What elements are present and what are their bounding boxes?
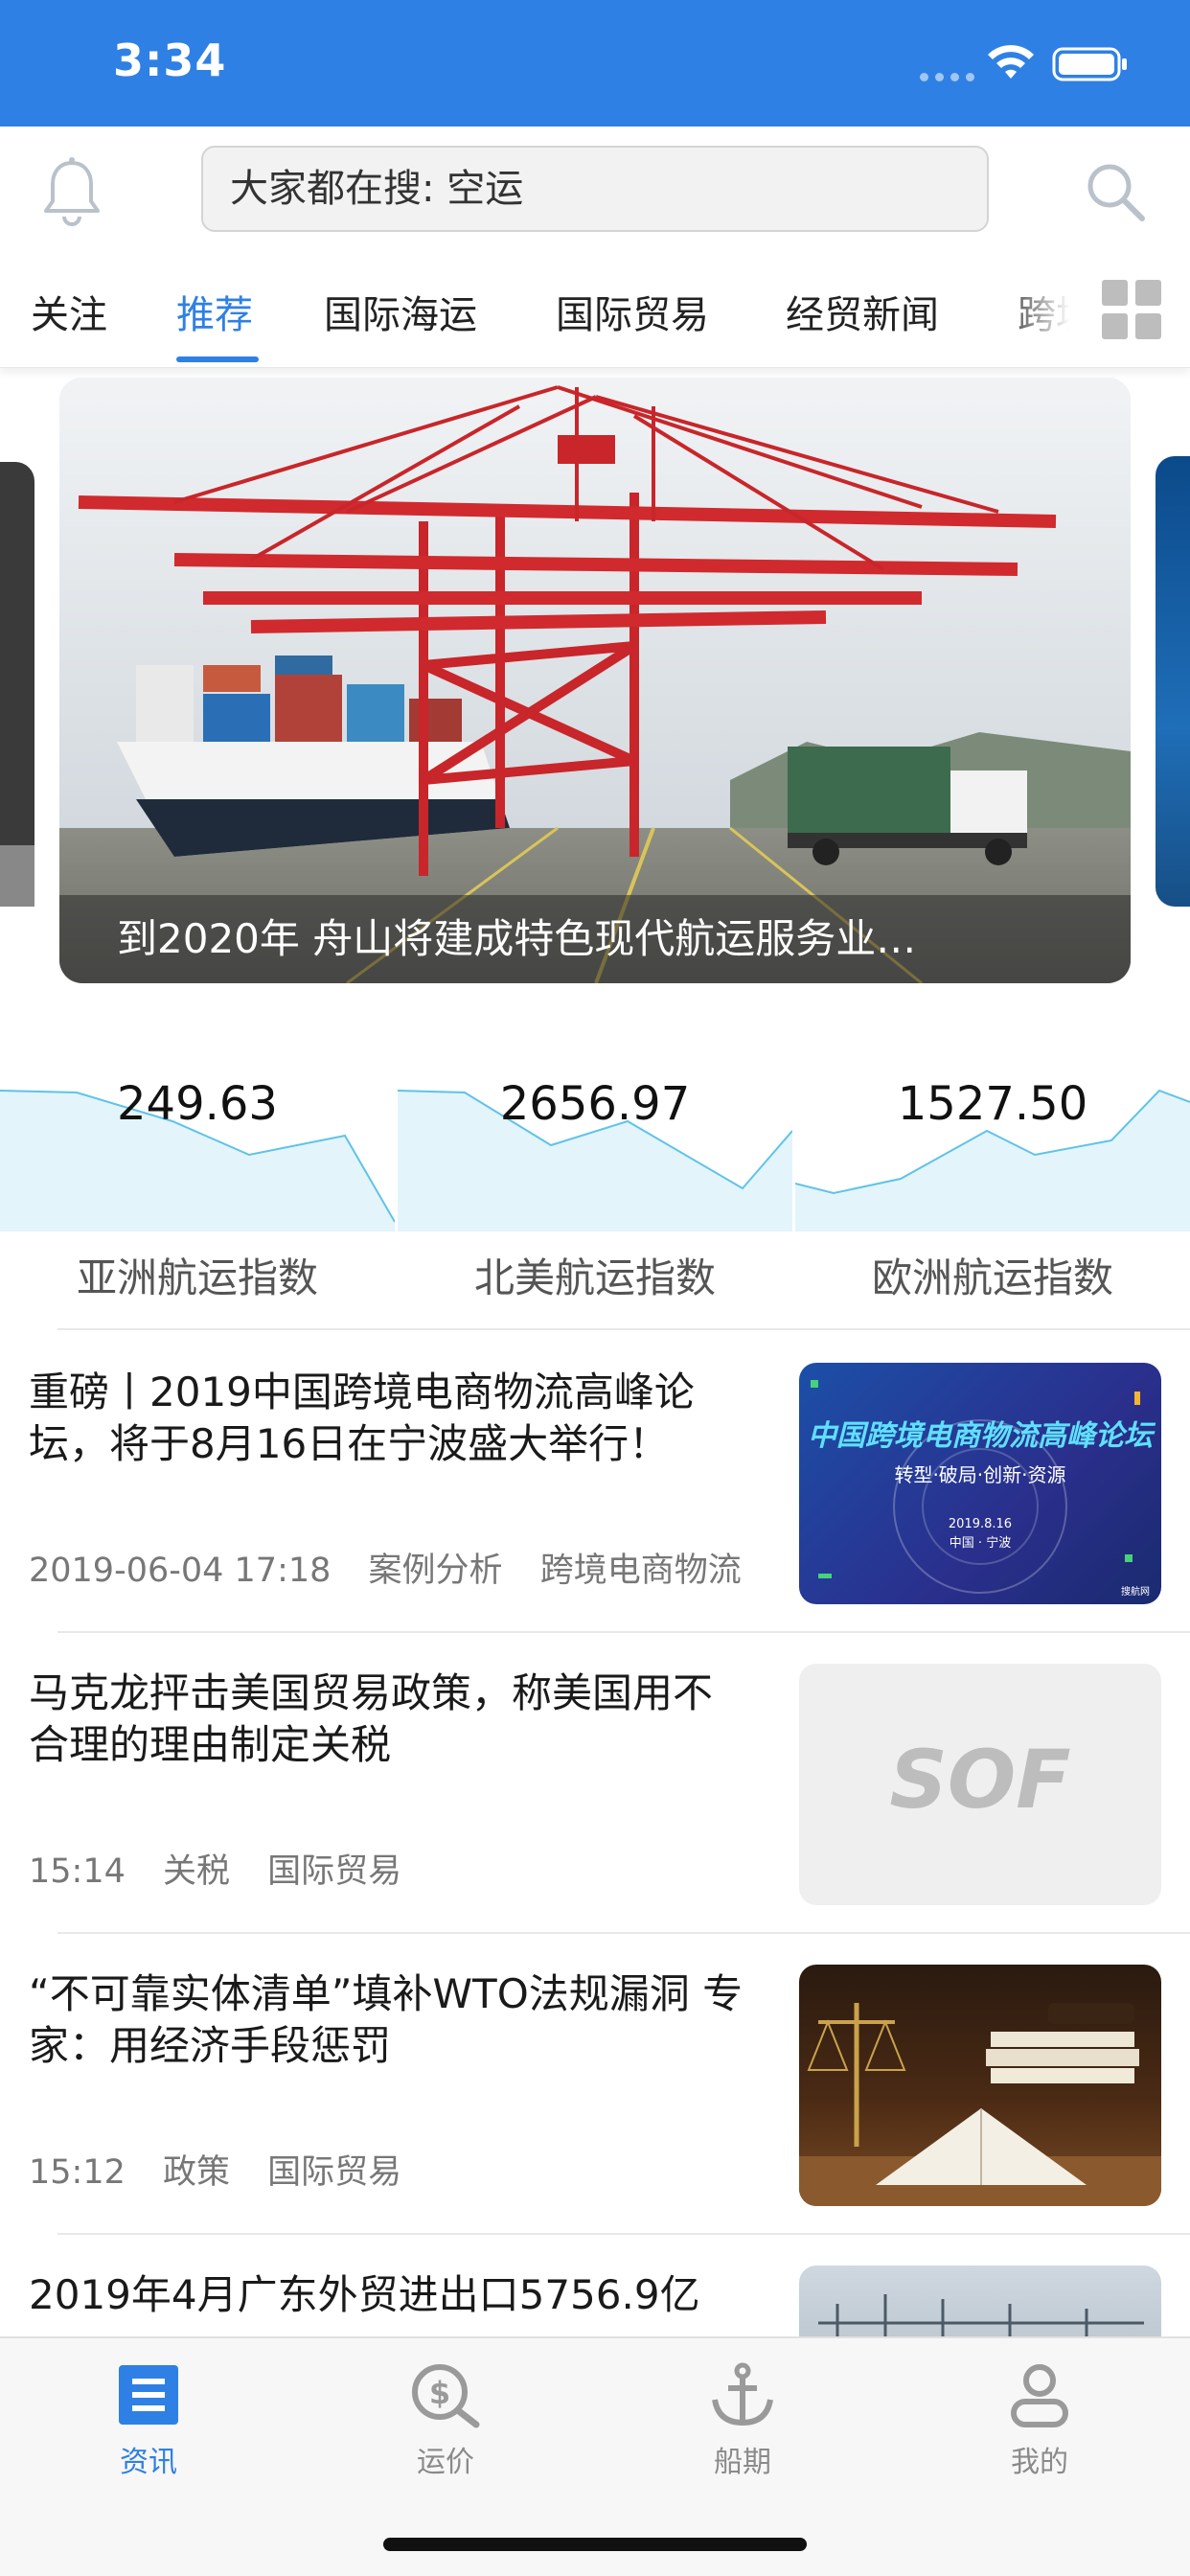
news-meta: 15:12 政策 国际贸易 [29, 2145, 428, 2194]
tab-trade-news[interactable]: 经贸新闻 [786, 284, 939, 339]
grid-icon[interactable] [1102, 280, 1161, 339]
nav-news[interactable]: 资讯 [53, 2361, 244, 2480]
news-thumbnail [799, 1965, 1161, 2206]
news-tag: 跨境电商物流 [539, 1552, 742, 1590]
nav-label: 资讯 [120, 2446, 177, 2479]
index-value: 249.63 [117, 1077, 278, 1131]
banner-prev-slide[interactable] [0, 462, 34, 907]
news-item[interactable]: 马克龙抨击美国贸易政策，称美国用不合理的理由制定关税 15:14 关税 国际贸易… [0, 1633, 1190, 1934]
port-crane-image [59, 378, 1131, 983]
index-value: 2656.97 [499, 1077, 691, 1131]
news-title: “不可靠实体清单”填补WTO法规漏洞 专家：用经济手段惩罚 [29, 1970, 744, 2069]
nav-schedule[interactable]: 船期 [647, 2361, 838, 2480]
home-indicator[interactable] [383, 2538, 807, 2551]
news-tag: 关税 [163, 1852, 231, 1891]
banner-next-slide[interactable] [1156, 456, 1190, 907]
thumb-date: 2019.8.16 [949, 1517, 1012, 1531]
news-tag: 国际贸易 [267, 1852, 402, 1891]
news-meta: 2019-06-04 17:18 案例分析 跨境电商物流 [29, 1543, 768, 1592]
banner-slide[interactable]: 到2020年 舟山将建成特色现代航运服务业… [59, 378, 1131, 983]
index-card-north-america[interactable]: 2656.97 北美航运指数 [398, 1064, 792, 1332]
nav-label: 运价 [417, 2446, 474, 2479]
nav-price[interactable]: $ 运价 [350, 2361, 541, 2480]
svg-text:SOF: SOF [889, 1733, 1070, 1827]
index-label: 亚洲航运指数 [76, 1254, 318, 1301]
category-tabs: 关注 推荐 国际海运 国际贸易 经贸新闻 跨境 [0, 253, 1190, 368]
news-time: 15:12 [29, 2153, 126, 2192]
index-label: 欧洲航运指数 [871, 1254, 1113, 1301]
svg-text:$: $ [429, 2375, 450, 2411]
divider [57, 1328, 1190, 1330]
thumb-source: 搜航网 [1121, 1585, 1150, 1598]
thumb-subtitle: 转型·破局·创新·资源 [894, 1463, 1065, 1486]
index-label: 北美航运指数 [473, 1254, 716, 1301]
news-thumbnail: SOF [799, 1664, 1161, 1905]
news-time: 2019-06-04 17:18 [29, 1552, 332, 1590]
tab-follow[interactable]: 关注 [31, 284, 107, 339]
news-title: 2019年4月广东外贸进出口5756.9亿 [29, 2271, 700, 2318]
sof-logo-icon: SOF [889, 1733, 1070, 1827]
news-title: 马克龙抨击美国贸易政策，称美国用不合理的理由制定关税 [29, 1669, 714, 1768]
signal-icon [920, 73, 974, 81]
news-meta: 15:14 关税 国际贸易 [29, 1844, 428, 1893]
news-tag: 国际贸易 [267, 2153, 402, 2192]
status-time: 3:34 [113, 34, 227, 86]
search-icon[interactable] [1083, 159, 1148, 224]
active-tab-indicator [176, 356, 259, 362]
news-tag: 政策 [163, 2153, 231, 2192]
top-bar: 大家都在搜: 空运 [0, 126, 1190, 253]
tab-international-shipping[interactable]: 国际海运 [324, 284, 477, 339]
search-input[interactable]: 大家都在搜: 空运 [201, 146, 989, 232]
news-item[interactable]: 重磅丨2019中国跨境电商物流高峰论坛，将于8月16日在宁波盛大举行！ 2019… [0, 1332, 1190, 1633]
battery-icon [1052, 47, 1127, 81]
app-screen: 3:34 大家都在搜: 空运 关注 推荐 国际海运 国际贸易 经贸新闻 到202… [0, 0, 1190, 2576]
price-icon: $ [412, 2364, 480, 2428]
news-item[interactable]: “不可靠实体清单”填补WTO法规漏洞 专家：用经济手段惩罚 15:12 政策 国… [0, 1934, 1190, 2235]
news-time: 15:14 [29, 1852, 126, 1891]
news-thumbnail: 中国跨境电商物流高峰论坛 转型·破局·创新·资源 2019.8.16 中国 · … [799, 1363, 1161, 1604]
nav-label: 我的 [1011, 2446, 1068, 2479]
index-card-europe[interactable]: 1527.50 欧洲航运指数 [795, 1064, 1190, 1332]
status-bar: 3:34 [0, 0, 1190, 126]
justice-scale-image [799, 2003, 1161, 2206]
banner-caption: 到2020年 舟山将建成特色现代航运服务业… [59, 895, 1131, 983]
wifi-icon [988, 45, 1034, 79]
tab-recommend[interactable]: 推荐 [176, 284, 253, 339]
index-value: 1527.50 [897, 1077, 1088, 1131]
tab-international-trade[interactable]: 国际贸易 [556, 284, 709, 339]
index-card-asia[interactable]: 249.63 亚洲航运指数 [0, 1064, 395, 1332]
news-title: 重磅丨2019中国跨境电商物流高峰论坛，将于8月16日在宁波盛大举行！ [29, 1368, 695, 1467]
thumb-place: 中国 · 宁波 [950, 1535, 1011, 1551]
nav-label: 船期 [714, 2446, 771, 2479]
news-icon [119, 2365, 178, 2425]
news-tag: 案例分析 [368, 1552, 503, 1590]
anchor-icon [712, 2362, 773, 2426]
bell-icon[interactable] [38, 155, 105, 228]
shipping-index-row: 249.63 亚洲航运指数 2656.97 北美航运指数 1527.50 欧洲航… [0, 1064, 1190, 1332]
thumb-title: 中国跨境电商物流高峰论坛 [808, 1419, 1156, 1453]
profile-icon [1011, 2364, 1068, 2427]
nav-profile[interactable]: 我的 [944, 2361, 1135, 2480]
